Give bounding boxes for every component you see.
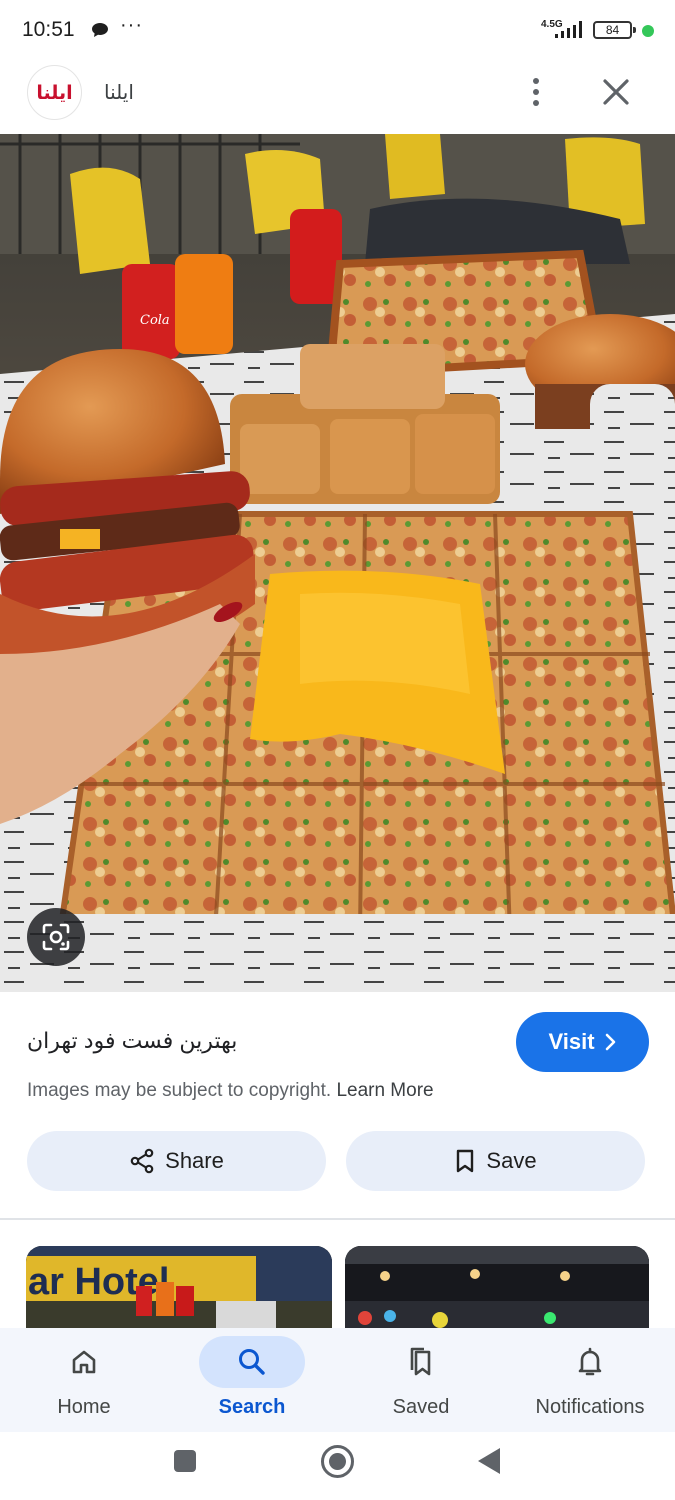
nav-item-home[interactable]: Home	[0, 1328, 168, 1432]
nav-item-saved[interactable]: Saved	[337, 1328, 505, 1432]
chat-notification-icon	[92, 23, 108, 37]
more-vert-icon[interactable]	[524, 74, 548, 110]
save-label: Save	[486, 1148, 537, 1173]
share-label: Share	[165, 1148, 224, 1173]
bottom-navigation: Home Search Saved Notifications	[0, 1328, 675, 1432]
section-divider	[0, 1218, 675, 1220]
google-lens-button[interactable]	[27, 908, 85, 966]
privacy-indicator-dot	[642, 25, 654, 37]
back-button[interactable]	[478, 1448, 500, 1474]
nav-icon-container	[537, 1336, 643, 1388]
nav-label-home: Home	[57, 1396, 111, 1418]
related-image-restaurant	[345, 1246, 649, 1330]
share-button[interactable]: Share	[27, 1131, 326, 1191]
copyright-notice: Images may be subject to copyright. Lear…	[27, 1080, 434, 1102]
visit-button[interactable]: Visit	[516, 1012, 649, 1072]
copyright-text: Images may be subject to copyright.	[27, 1080, 332, 1101]
bell-icon	[578, 1347, 602, 1376]
battery-indicator: 84	[593, 21, 636, 39]
related-image-2[interactable]	[345, 1246, 649, 1330]
source-avatar[interactable]: ایلنا	[27, 65, 82, 120]
bookmarks-icon	[410, 1347, 431, 1376]
related-image-hotel: ar Hotel	[26, 1246, 332, 1330]
nav-item-notifications[interactable]: Notifications	[506, 1328, 674, 1432]
home-icon	[72, 1350, 96, 1374]
home-button[interactable]	[321, 1445, 354, 1478]
nav-label-search: Search	[218, 1396, 286, 1418]
can-text: Cola	[140, 313, 170, 328]
viewer-header: ایلنا ایلنا	[0, 62, 675, 134]
signal-strength-icon	[555, 21, 582, 38]
nav-icon-container	[368, 1336, 474, 1388]
recents-button[interactable]	[174, 1450, 196, 1472]
image-title: بهترین فست فود تهران	[27, 1028, 238, 1053]
visit-label: Visit	[548, 1029, 595, 1054]
system-navigation-bar	[0, 1432, 675, 1500]
google-lens-icon	[42, 923, 70, 951]
source-logo: ایلنا	[36, 81, 73, 104]
learn-more-link[interactable]: Learn More	[336, 1080, 433, 1101]
bookmark-icon	[457, 1149, 474, 1173]
nav-icon-container	[31, 1336, 137, 1388]
nav-item-search[interactable]: Search	[168, 1328, 336, 1432]
save-button[interactable]: Save	[346, 1131, 645, 1191]
nav-icon-container-active	[199, 1336, 305, 1388]
source-name[interactable]: ایلنا	[104, 80, 134, 105]
close-icon[interactable]	[598, 74, 634, 110]
main-image[interactable]: Cola	[0, 134, 675, 992]
fast-food-photo: Cola	[0, 134, 675, 992]
search-icon	[239, 1349, 265, 1375]
share-icon	[130, 1148, 154, 1174]
status-more-dots: ···	[120, 14, 143, 36]
status-bar: 10:51 ··· 4.5G 84	[0, 0, 675, 62]
related-image-1[interactable]: ar Hotel	[26, 1246, 332, 1330]
nav-label-notifications: Notifications	[535, 1396, 645, 1418]
status-time: 10:51	[22, 18, 75, 41]
nav-label-saved: Saved	[392, 1396, 450, 1418]
chevron-right-icon	[605, 1033, 615, 1051]
